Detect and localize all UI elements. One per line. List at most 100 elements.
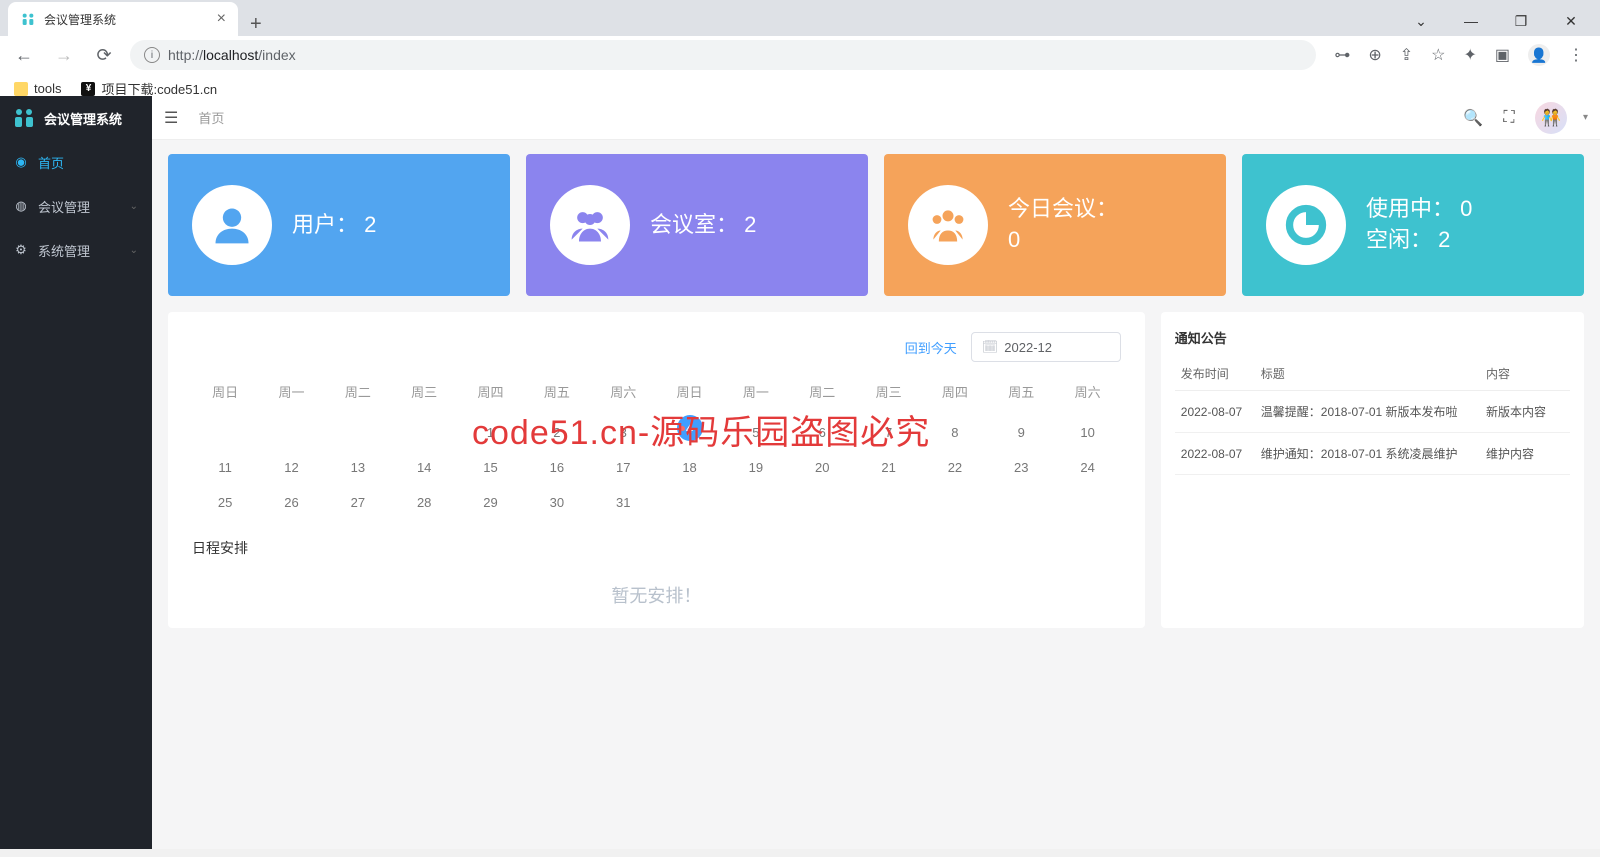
- star-icon[interactable]: ☆: [1431, 45, 1445, 65]
- window-minimize-icon[interactable]: —: [1456, 13, 1486, 29]
- weekday-header: 周一: [258, 376, 324, 407]
- calendar-day[interactable]: 27: [325, 485, 391, 520]
- calendar-day[interactable]: 18: [656, 450, 722, 485]
- calendar-panel: 回到今天 🗓 2022-12 周日周一周二周三周四周五周六周日周一周二周三周四周…: [168, 312, 1145, 628]
- nav-forward-icon[interactable]: →: [50, 45, 78, 66]
- back-today-link[interactable]: 回到今天: [905, 338, 957, 357]
- dashboard-icon: ◉: [14, 155, 28, 169]
- search-icon[interactable]: 🔍: [1463, 108, 1483, 128]
- pie-icon: [1266, 185, 1346, 265]
- calendar-day[interactable]: 14: [391, 450, 457, 485]
- bookmark-tools[interactable]: tools: [14, 81, 61, 96]
- share-icon[interactable]: ⇪: [1400, 45, 1413, 65]
- window-close-icon[interactable]: ✕: [1556, 13, 1586, 30]
- calendar-day[interactable]: 2: [524, 415, 590, 450]
- stats-row: 用户： 2 会议室： 2 今日会议：0: [168, 154, 1584, 296]
- weekday-header: 周五: [988, 376, 1054, 407]
- window-dropdown-icon[interactable]: ⌄: [1406, 13, 1436, 30]
- calendar-day[interactable]: 26: [258, 485, 324, 520]
- calendar-day[interactable]: 31: [590, 485, 656, 520]
- calendar-day[interactable]: 25: [192, 485, 258, 520]
- calendar-day[interactable]: 7: [855, 415, 921, 450]
- avatar-dropdown-icon[interactable]: ▾: [1583, 112, 1588, 123]
- calendar-day[interactable]: 15: [457, 450, 523, 485]
- calendar-day[interactable]: 22: [922, 450, 988, 485]
- calendar-day[interactable]: 16: [524, 450, 590, 485]
- sidebar-item-home[interactable]: ◉ 首页: [0, 140, 152, 184]
- nav-back-icon[interactable]: ←: [10, 45, 38, 66]
- notice-title: 温馨提醒：2018-07-01 新版本发布啦: [1255, 391, 1480, 433]
- calendar-day[interactable]: 1: [457, 415, 523, 450]
- sidebar-item-system[interactable]: ⚙ 系统管理 ⌄: [0, 228, 152, 272]
- notice-panel: 通知公告 发布时间标题内容 2022-08-07温馨提醒：2018-07-01 …: [1161, 312, 1584, 628]
- browser-tab[interactable]: 会议管理系统 ×: [8, 2, 238, 36]
- brand: 会议管理系统: [0, 96, 152, 140]
- notice-title: 维护通知：2018-07-01 系统凌晨维护: [1255, 433, 1480, 475]
- notice-header: 发布时间: [1175, 357, 1255, 391]
- main-area: ☰ 首页 🔍 ⛶ 🧑‍🤝‍🧑 ▾ 用户： 2: [152, 96, 1600, 849]
- window-maximize-icon[interactable]: ❐: [1506, 13, 1536, 30]
- calendar-day[interactable]: 6: [789, 415, 855, 450]
- folder-icon: [14, 82, 28, 96]
- zoom-icon[interactable]: ⊕: [1368, 45, 1381, 65]
- month-picker[interactable]: 🗓 2022-12: [971, 332, 1121, 362]
- calendar-day[interactable]: 21: [855, 450, 921, 485]
- content: 用户： 2 会议室： 2 今日会议：0: [152, 140, 1600, 642]
- side-panel-icon[interactable]: ▣: [1495, 45, 1510, 65]
- globe-icon: ◍: [14, 199, 28, 213]
- weekday-header: 周四: [922, 376, 988, 407]
- calendar-day[interactable]: 11: [192, 450, 258, 485]
- tab-strip: 会议管理系统 × + ⌄ — ❐ ✕: [0, 0, 1600, 36]
- nav-reload-icon[interactable]: ⟳: [90, 45, 118, 66]
- calendar-day[interactable]: 4: [656, 415, 722, 450]
- topbar: ☰ 首页 🔍 ⛶ 🧑‍🤝‍🧑 ▾: [152, 96, 1600, 140]
- calendar-day[interactable]: 17: [590, 450, 656, 485]
- calendar-day[interactable]: 30: [524, 485, 590, 520]
- new-tab-button[interactable]: +: [238, 13, 274, 36]
- menu-icon[interactable]: ⋮: [1568, 45, 1584, 65]
- calendar-day[interactable]: 20: [789, 450, 855, 485]
- tab-close-icon[interactable]: ×: [217, 10, 226, 28]
- collapse-sidebar-icon[interactable]: ☰: [164, 108, 178, 128]
- sidebar-item-meeting[interactable]: ◍ 会议管理 ⌄: [0, 184, 152, 228]
- notice-date: 2022-08-07: [1175, 433, 1255, 475]
- group-icon: [550, 185, 630, 265]
- calendar-day[interactable]: 9: [988, 415, 1054, 450]
- extensions-icon[interactable]: ✦: [1463, 45, 1476, 65]
- tab-title: 会议管理系统: [44, 11, 116, 28]
- calendar-day[interactable]: 5: [723, 415, 789, 450]
- calendar-day[interactable]: 23: [988, 450, 1054, 485]
- calendar-day: [855, 485, 921, 520]
- user-icon: [192, 185, 272, 265]
- lower-row: 回到今天 🗓 2022-12 周日周一周二周三周四周五周六周日周一周二周三周四周…: [168, 312, 1584, 628]
- calendar-day[interactable]: 10: [1054, 415, 1120, 450]
- avatar[interactable]: 🧑‍🤝‍🧑: [1535, 102, 1567, 134]
- weekday-header: 周三: [855, 376, 921, 407]
- key-icon[interactable]: ⊶: [1334, 45, 1350, 65]
- notice-row: 2022-08-07温馨提醒：2018-07-01 新版本发布啦新版本内容: [1175, 391, 1570, 433]
- calendar-day[interactable]: 12: [258, 450, 324, 485]
- calendar-day[interactable]: 13: [325, 450, 391, 485]
- site-info-icon[interactable]: i: [144, 47, 160, 63]
- profile-icon[interactable]: 👤: [1528, 44, 1550, 66]
- notice-content: 新版本内容: [1480, 391, 1570, 433]
- calendar-day[interactable]: 29: [457, 485, 523, 520]
- calendar-day[interactable]: 8: [922, 415, 988, 450]
- yuan-icon: ¥: [81, 82, 95, 96]
- stat-card-users: 用户： 2: [168, 154, 510, 296]
- calendar-grid: 周日周一周二周三周四周五周六周日周一周二周三周四周五周六 12345678910…: [192, 376, 1121, 520]
- calendar-day[interactable]: 28: [391, 485, 457, 520]
- url-field[interactable]: i http://localhost/index: [130, 40, 1316, 70]
- calendar-day: [656, 485, 722, 520]
- topbar-right: 🔍 ⛶ 🧑‍🤝‍🧑 ▾: [1463, 102, 1588, 134]
- calendar-day[interactable]: 3: [590, 415, 656, 450]
- browser-chrome: 会议管理系统 × + ⌄ — ❐ ✕ ← → ⟳ i http://localh…: [0, 0, 1600, 96]
- calendar-day: [723, 485, 789, 520]
- calendar-day[interactable]: 24: [1054, 450, 1120, 485]
- fullscreen-icon[interactable]: ⛶: [1499, 108, 1519, 128]
- calendar-day[interactable]: 19: [723, 450, 789, 485]
- weekday-header: 周日: [656, 376, 722, 407]
- chevron-down-icon: ⌄: [130, 245, 138, 256]
- weekday-header: 周四: [457, 376, 523, 407]
- weekday-header: 周二: [325, 376, 391, 407]
